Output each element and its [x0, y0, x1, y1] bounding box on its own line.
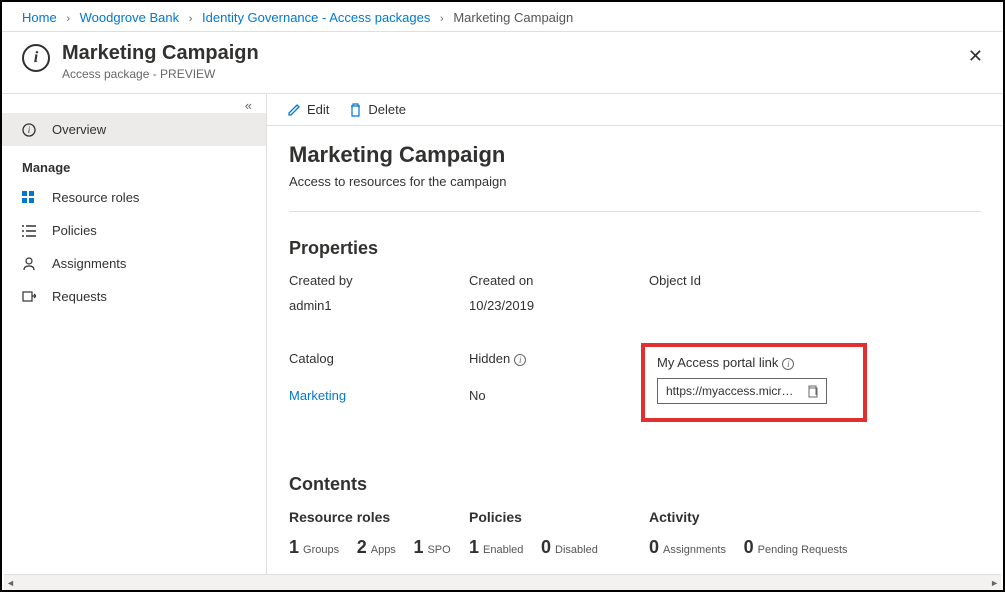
- prop-label-object-id: Object Id: [649, 273, 859, 288]
- close-icon[interactable]: ✕: [968, 46, 983, 67]
- pencil-icon: [287, 103, 301, 117]
- chevron-right-icon: ›: [66, 13, 70, 25]
- svg-text:i: i: [28, 125, 31, 135]
- content-title: Marketing Campaign: [289, 142, 981, 168]
- person-icon: [22, 257, 42, 271]
- toolbar-label: Edit: [307, 102, 329, 117]
- portal-link-value: https://myaccess.micro…: [666, 384, 800, 398]
- breadcrumb-home[interactable]: Home: [22, 10, 57, 25]
- portal-link-highlight: My Access portal linki https://myaccess.…: [641, 343, 867, 422]
- chevron-right-icon: ›: [440, 13, 444, 25]
- trash-icon: [349, 103, 362, 117]
- delete-button[interactable]: Delete: [349, 102, 406, 117]
- prop-value-created-by: admin1: [289, 298, 469, 313]
- activity-stats: 0Assignments 0Pending Requests: [649, 537, 899, 558]
- scroll-right-icon[interactable]: ►: [990, 578, 999, 588]
- main-content: Edit Delete Marketing Campaign Access to…: [267, 94, 1003, 582]
- col-head-policies: Policies: [469, 509, 649, 525]
- toolbar-label: Delete: [368, 102, 406, 117]
- copy-icon[interactable]: [806, 385, 818, 398]
- prop-value-object-id: [649, 298, 859, 313]
- toolbar: Edit Delete: [267, 94, 1003, 126]
- sidebar-item-policies[interactable]: Policies: [2, 214, 266, 247]
- chevron-right-icon: ›: [189, 13, 193, 25]
- properties-heading: Properties: [289, 238, 981, 259]
- prop-value-created-on: 10/23/2019: [469, 298, 649, 313]
- breadcrumb: Home › Woodgrove Bank › Identity Governa…: [2, 2, 1003, 32]
- prop-value-hidden: No: [469, 388, 649, 415]
- prop-label-portal-link: My Access portal linki: [657, 355, 851, 370]
- portal-link-input[interactable]: https://myaccess.micro…: [657, 378, 827, 404]
- sidebar-item-requests[interactable]: Requests: [2, 280, 266, 313]
- properties-grid: Created by Created on Object Id admin1 1…: [289, 273, 981, 414]
- collapse-sidebar-icon[interactable]: «: [2, 94, 266, 113]
- grid-icon: [22, 191, 42, 204]
- breadcrumb-governance[interactable]: Identity Governance - Access packages: [202, 10, 430, 25]
- horizontal-scrollbar[interactable]: ◄ ►: [4, 574, 1001, 590]
- contents-heading: Contents: [289, 474, 981, 495]
- sidebar-group-manage: Manage: [2, 146, 266, 181]
- col-head-activity: Activity: [649, 509, 899, 525]
- info-icon[interactable]: i: [514, 354, 526, 366]
- breadcrumb-current: Marketing Campaign: [453, 10, 573, 25]
- scroll-left-icon[interactable]: ◄: [6, 578, 15, 588]
- list-icon: [22, 225, 42, 237]
- breadcrumb-tenant[interactable]: Woodgrove Bank: [80, 10, 180, 25]
- sidebar-item-overview[interactable]: i Overview: [2, 113, 266, 146]
- page-title: Marketing Campaign: [62, 42, 259, 65]
- prop-label-created-by: Created by: [289, 273, 469, 288]
- divider: [289, 211, 981, 212]
- info-icon: i: [22, 44, 50, 72]
- content-description: Access to resources for the campaign: [289, 174, 981, 189]
- sidebar-item-label: Policies: [52, 223, 97, 238]
- sidebar-item-assignments[interactable]: Assignments: [2, 247, 266, 280]
- resource-roles-stats: 1Groups 2Apps 1SPO: [289, 537, 469, 558]
- edit-button[interactable]: Edit: [287, 102, 329, 117]
- sidebar-item-label: Assignments: [52, 256, 126, 271]
- sidebar-item-label: Resource roles: [52, 190, 139, 205]
- prop-label-catalog: Catalog: [289, 351, 469, 378]
- sidebar-item-resource-roles[interactable]: Resource roles: [2, 181, 266, 214]
- prop-label-hidden: Hiddeni: [469, 351, 649, 378]
- sidebar-item-label: Requests: [52, 289, 107, 304]
- requests-icon: [22, 290, 42, 304]
- sidebar: « i Overview Manage Resource roles Polic…: [2, 94, 267, 582]
- policies-stats: 1Enabled 0Disabled: [469, 537, 649, 558]
- contents-grid: Resource roles Policies Activity 1Groups…: [289, 509, 981, 558]
- sidebar-item-label: Overview: [52, 122, 106, 137]
- info-icon: i: [22, 123, 42, 137]
- prop-value-catalog[interactable]: Marketing: [289, 388, 469, 415]
- page-header: i Marketing Campaign Access package - PR…: [2, 32, 1003, 94]
- col-head-resource-roles: Resource roles: [289, 509, 469, 525]
- prop-label-created-on: Created on: [469, 273, 649, 288]
- page-subtitle: Access package - PREVIEW: [62, 67, 259, 81]
- info-icon[interactable]: i: [782, 358, 794, 370]
